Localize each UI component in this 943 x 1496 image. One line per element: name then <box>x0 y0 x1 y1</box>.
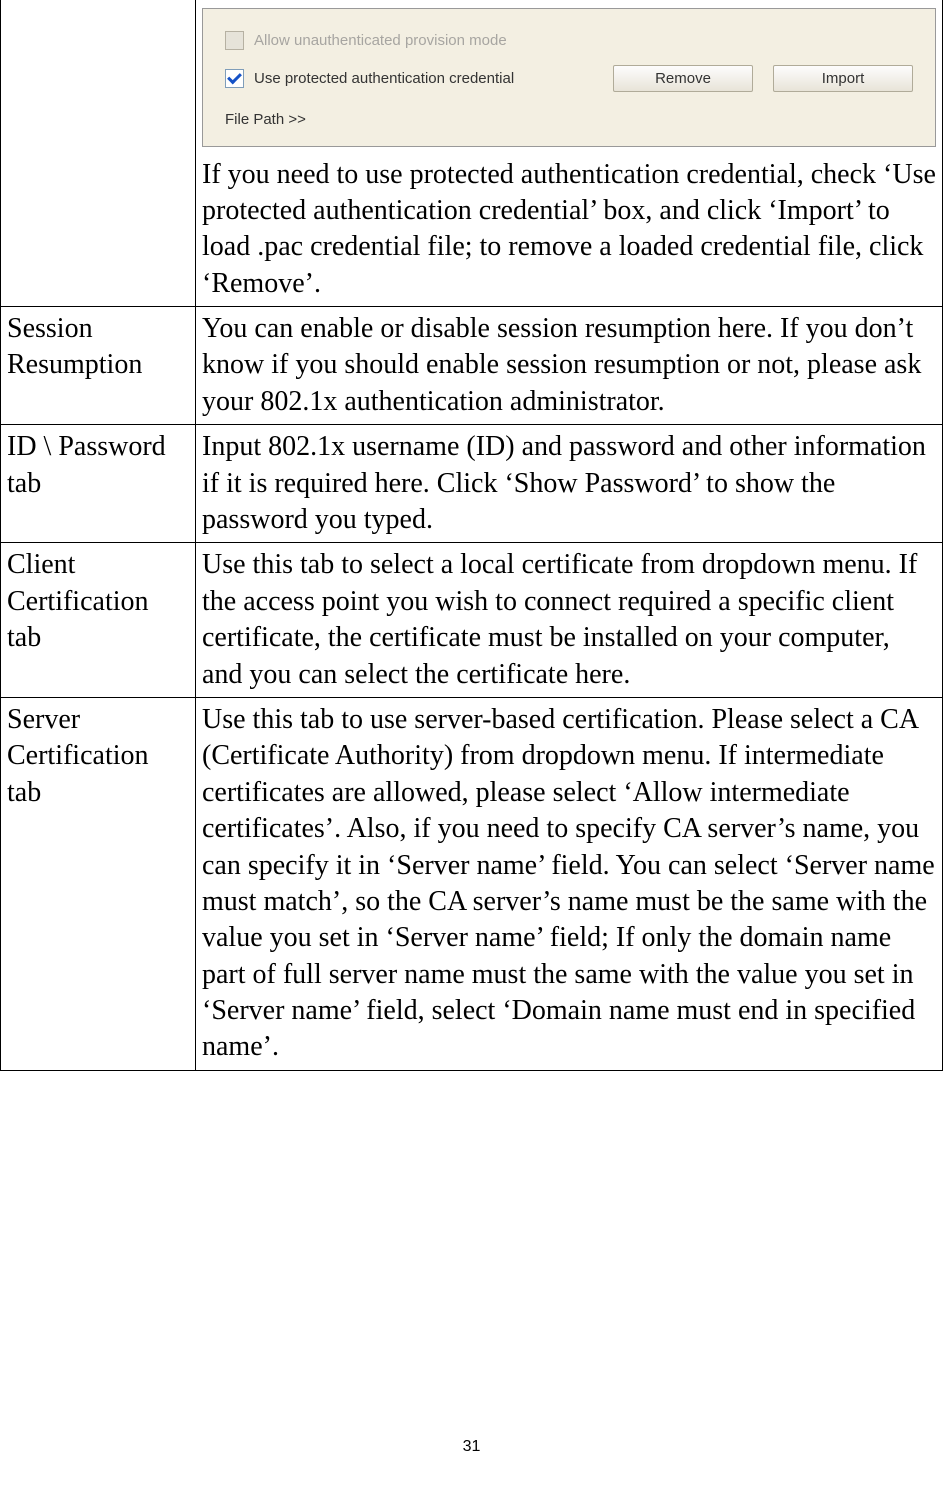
row-content-cell: Use this tab to use server-based certifi… <box>196 697 943 1070</box>
use-protected-credential-row: Use protected authentication credential … <box>225 65 913 93</box>
table-row: Server Certification tab Use this tab to… <box>1 697 943 1070</box>
row-content-cell: Input 802.1x username (ID) and password … <box>196 425 943 543</box>
import-button[interactable]: Import <box>773 65 913 93</box>
row-label-cell: Server Certification tab <box>1 697 196 1070</box>
remove-button[interactable]: Remove <box>613 65 753 93</box>
table-row: ID \ Password tab Input 802.1x username … <box>1 425 943 543</box>
row-content-cell: Allow unauthenticated provision mode Use… <box>196 0 943 307</box>
row-label-cell: ID \ Password tab <box>1 425 196 543</box>
row-label-cell <box>1 0 196 307</box>
page-number: 31 <box>0 1438 943 1456</box>
file-path-label: File Path >> <box>225 110 913 130</box>
use-protected-credential-checkbox[interactable] <box>225 69 244 88</box>
use-protected-credential-label: Use protected authentication credential <box>254 69 514 89</box>
allow-unauthenticated-checkbox <box>225 31 244 50</box>
allow-unauthenticated-label: Allow unauthenticated provision mode <box>254 31 507 51</box>
table-row: Allow unauthenticated provision mode Use… <box>1 0 943 307</box>
allow-unauthenticated-row: Allow unauthenticated provision mode <box>225 31 913 51</box>
credential-description: If you need to use protected authenticat… <box>202 157 936 303</box>
table-row: Session Resumption You can enable or dis… <box>1 307 943 425</box>
row-label-cell: Session Resumption <box>1 307 196 425</box>
credential-panel: Allow unauthenticated provision mode Use… <box>202 8 936 147</box>
table-row: Client Certification tab Use this tab to… <box>1 543 943 698</box>
settings-table: Allow unauthenticated provision mode Use… <box>0 0 943 1071</box>
row-content-cell: You can enable or disable session resump… <box>196 307 943 425</box>
row-label-cell: Client Certification tab <box>1 543 196 698</box>
row-content-cell: Use this tab to select a local certifica… <box>196 543 943 698</box>
